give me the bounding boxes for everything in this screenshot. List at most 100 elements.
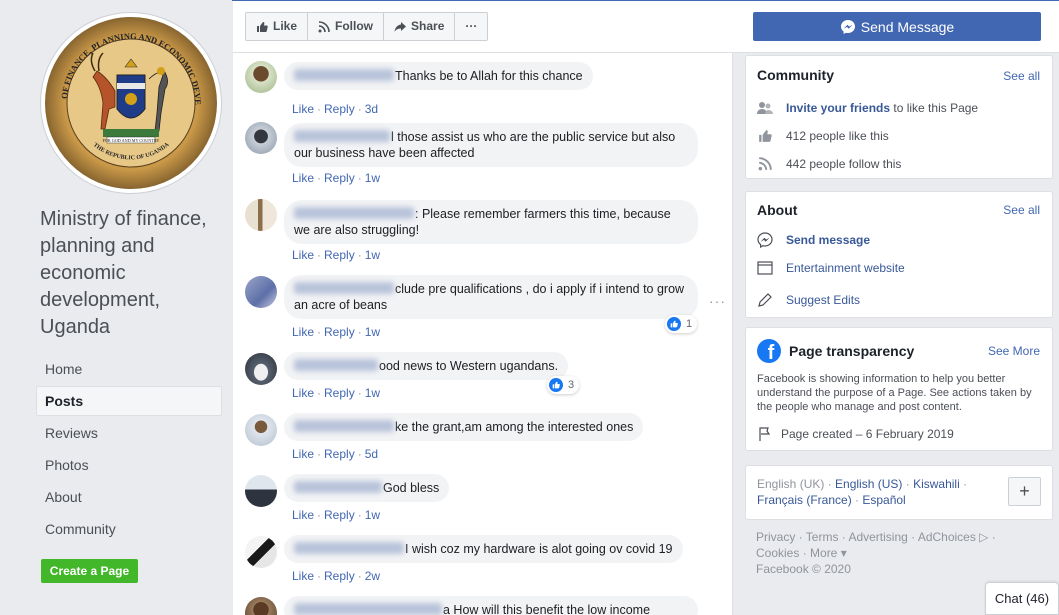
nav-posts[interactable]: Posts [36,386,222,416]
comment-timestamp[interactable]: 1w [365,325,380,339]
send-message-button[interactable]: Send Message [753,12,1041,41]
comment-reply-link[interactable]: Reply [324,171,355,185]
comment-bubble: I wish coz my hardware is alot going ov … [284,535,683,563]
commenter-avatar[interactable] [245,122,277,154]
comment-text: I wish coz my hardware is alot going ov … [405,542,673,556]
create-page-button[interactable]: Create a Page [41,559,138,583]
community-see-all-link[interactable]: See all [1003,69,1040,83]
comment-like-link[interactable]: Like [292,569,314,583]
nav-about[interactable]: About [36,482,222,512]
separator: · [357,102,362,116]
comment-options-icon[interactable]: ··· [709,293,726,309]
page-transparency-title: Page transparency [789,343,915,359]
comment-bubble: God bless [284,474,450,502]
transparency-description: Facebook is showing information to help … [757,373,1032,413]
commenter-avatar[interactable] [245,61,277,93]
comment-like-link[interactable]: Like [292,447,314,461]
comment-like-link[interactable]: Like [292,508,314,522]
comment-like-link[interactable]: Like [292,325,314,339]
comment-timestamp[interactable]: 3d [365,102,378,116]
website-category-link[interactable]: Entertainment website [786,261,905,275]
comment-timestamp[interactable]: 5d [365,447,378,461]
comment-bubble: ood news to Western ugandans. [284,352,569,380]
comment-reply-link[interactable]: Reply [324,569,355,583]
commenter-avatar[interactable] [245,597,277,615]
page-action-bar: Like Follow Share ··· Send Message [233,1,1059,53]
footer-links-line-1[interactable]: Privacy · Terms · Advertising · AdChoice… [756,529,1046,545]
commenter-avatar[interactable] [245,475,277,507]
likes-row: 412 people like this [757,128,889,144]
comment-actions: Like · Reply · 1w [292,325,380,339]
comment-reply-link[interactable]: Reply [324,248,355,262]
separator: · [357,508,362,522]
comment-like-link[interactable]: Like [292,248,314,262]
commenter-avatar[interactable] [245,199,277,231]
comment-timestamp[interactable]: 1w [365,386,380,400]
svg-text:FOR GOD AND MY COUNTRY: FOR GOD AND MY COUNTRY [103,138,160,143]
comment-like-link[interactable]: Like [292,386,314,400]
like-page-button[interactable]: Like [246,13,309,40]
follow-button[interactable]: Follow [308,13,385,40]
commenter-avatar[interactable] [245,276,277,308]
commenter-name-blurred[interactable] [294,207,414,219]
send-message-link[interactable]: Send message [786,233,870,247]
comment-timestamp[interactable]: 2w [365,569,380,583]
footer-links-line-2[interactable]: Cookies · More ▾ [756,545,1046,561]
like-reaction-icon [667,317,681,331]
about-see-all-link[interactable]: See all [1003,203,1040,217]
comment-reply-link[interactable]: Reply [324,325,355,339]
comment-timestamp[interactable]: 1w [365,248,380,262]
nav-community[interactable]: Community [36,514,222,544]
comment-bubble: a How will this benefit the low income [284,596,698,615]
nav-home[interactable]: Home [36,354,222,384]
comment-like-link[interactable]: Like [292,102,314,116]
commenter-avatar[interactable] [245,353,277,385]
comment-text: Thanks be to Allah for this chance [395,69,583,83]
language-option[interactable]: English (US) [835,477,902,491]
comment-timestamp[interactable]: 1w [365,171,380,185]
transparency-see-more-link[interactable]: See More [988,344,1040,358]
commenter-name-blurred[interactable] [294,359,378,371]
language-option[interactable]: Français (France) [757,493,852,507]
invite-friends-link[interactable]: Invite your friends [786,101,890,115]
nav-reviews[interactable]: Reviews [36,418,222,448]
comment-reply-link[interactable]: Reply [324,386,355,400]
commenter-avatar[interactable] [245,536,277,568]
separator: · [317,325,322,339]
follows-count-text[interactable]: 442 people follow this [786,157,901,171]
more-languages-button[interactable]: + [1008,477,1041,506]
comment-like-link[interactable]: Like [292,171,314,185]
commenter-avatar[interactable] [245,414,277,446]
commenter-name-blurred[interactable] [294,603,442,615]
comment-reactions[interactable]: 1 [665,315,698,333]
likes-count-text[interactable]: 412 people like this [786,129,889,143]
language-option[interactable]: Kiswahili [913,477,960,491]
follow-label: Follow [335,19,374,33]
separator: · [357,447,362,461]
comment-reactions[interactable]: 3 [547,376,580,394]
commenter-name-blurred[interactable] [294,420,394,432]
share-button[interactable]: Share [384,13,456,40]
more-options-button[interactable]: ··· [455,13,487,40]
suggest-edits-link[interactable]: Suggest Edits [786,293,860,307]
thumbs-up-icon [257,21,268,32]
comment-bubble: l those assist us who are the public ser… [284,123,698,167]
current-language: English (UK) [757,477,825,491]
separator: · [357,171,362,185]
comment-timestamp[interactable]: 1w [365,508,380,522]
commenter-name-blurred[interactable] [294,69,394,81]
commenter-name-blurred[interactable] [294,282,394,294]
comment-reply-link[interactable]: Reply [324,102,355,116]
commenter-name-blurred[interactable] [294,542,404,554]
commenter-name-blurred[interactable] [294,481,382,493]
commenter-name-blurred[interactable] [294,130,390,142]
language-option[interactable]: Español [862,493,905,507]
comment-reply-link[interactable]: Reply [324,508,355,522]
separator: · [317,248,322,262]
nav-photos[interactable]: Photos [36,450,222,480]
page-profile-picture[interactable]: OF FINANCE, PLANNING AND ECONOMIC DEVELO… [41,13,221,193]
comment-reply-link[interactable]: Reply [324,447,355,461]
chat-tab[interactable]: Chat (46) [985,582,1059,615]
separator: · [357,248,362,262]
comment-text: ood news to Western ugandans. [379,359,559,373]
